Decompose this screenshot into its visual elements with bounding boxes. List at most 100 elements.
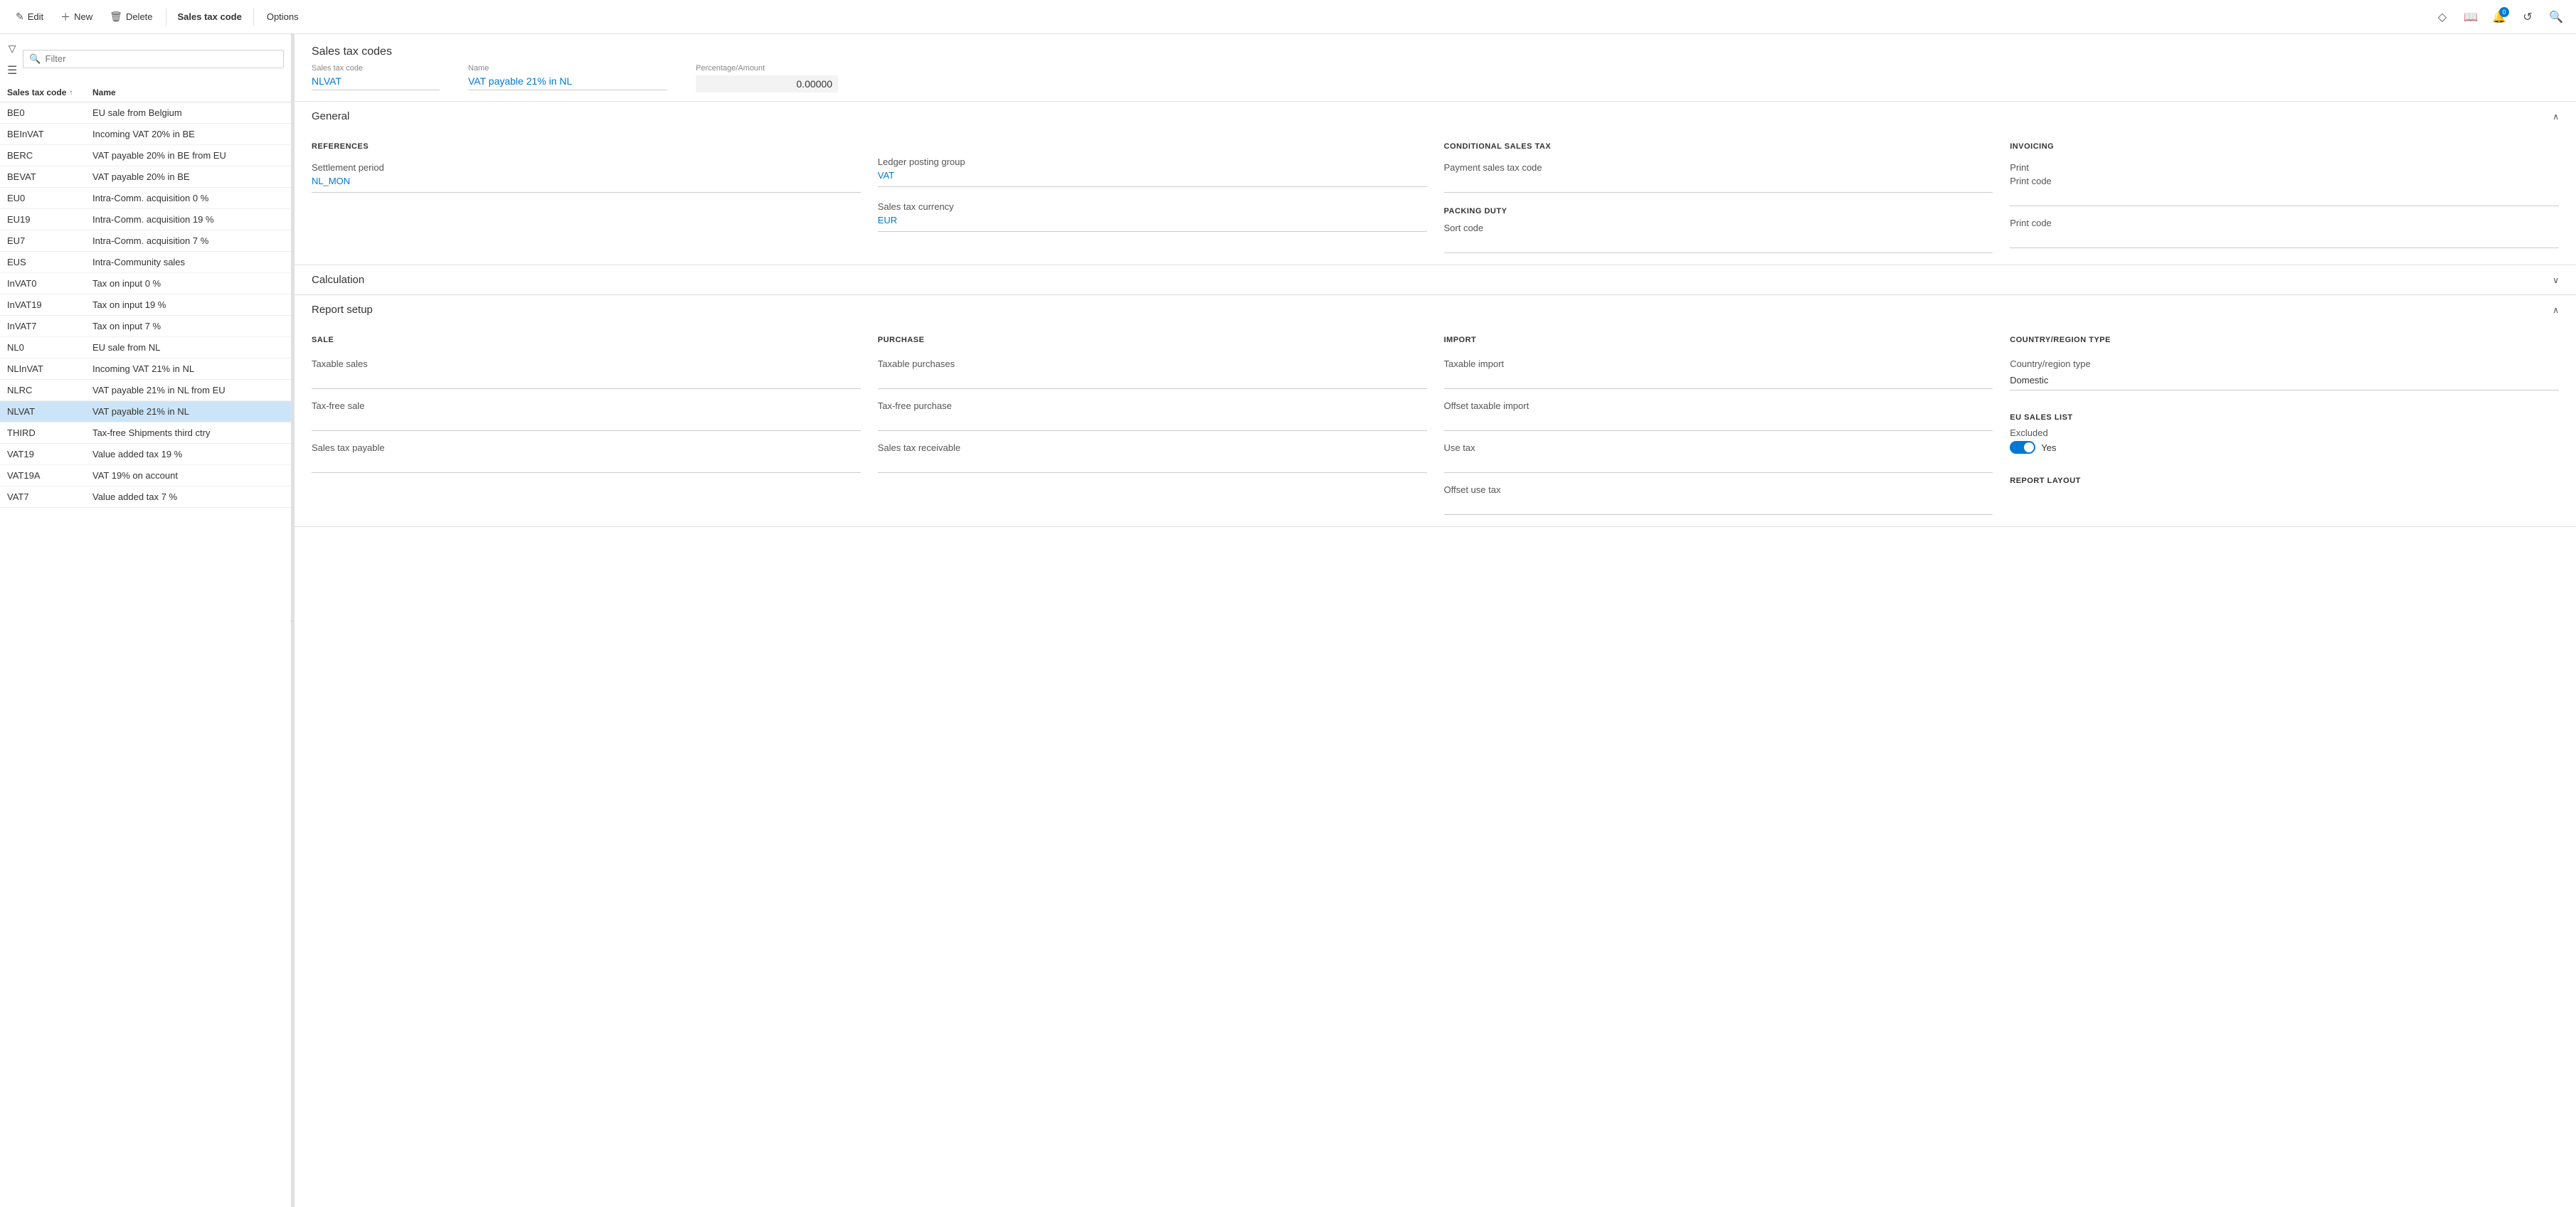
tax-free-purchase-label: Tax-free purchase bbox=[878, 400, 1427, 411]
excluded-toggle[interactable] bbox=[2010, 441, 2035, 454]
list-item-name: Incoming VAT 21% in NL bbox=[92, 363, 284, 374]
use-tax-field: Use tax bbox=[1444, 442, 1993, 473]
tax-free-sale-label: Tax-free sale bbox=[312, 400, 861, 411]
calculation-chevron-icon: ∨ bbox=[2553, 275, 2559, 285]
packing-duty-label: PACKING DUTY bbox=[1444, 207, 1993, 216]
filter-icon[interactable]: ▽ bbox=[9, 43, 16, 55]
sales-tax-receivable-value[interactable] bbox=[878, 457, 1427, 473]
list-item-code: NLRC bbox=[7, 385, 92, 395]
eu-sales-list-section: EU SALES LIST Excluded Yes bbox=[2010, 413, 2559, 454]
payment-sales-tax-code-value[interactable] bbox=[1444, 176, 1993, 193]
notification-icon[interactable]: 🔔 0 bbox=[2488, 6, 2511, 28]
country-region-type-value[interactable]: Domestic bbox=[2010, 373, 2559, 390]
new-button[interactable]: ＋ New bbox=[53, 6, 100, 28]
print-code-value-2[interactable] bbox=[2010, 231, 2559, 248]
refresh-icon[interactable]: ↺ bbox=[2516, 6, 2539, 28]
list-item[interactable]: InVAT7Tax on input 7 % bbox=[0, 316, 291, 337]
toggle-container: Yes bbox=[2010, 441, 2559, 454]
record-field-amount-value[interactable]: 0.00000 bbox=[696, 75, 838, 92]
list-item[interactable]: NL0EU sale from NL bbox=[0, 337, 291, 358]
list-item[interactable]: NLVATVAT payable 21% in NL bbox=[0, 401, 291, 422]
edit-icon: ✎ bbox=[16, 11, 24, 23]
edit-button[interactable]: ✎ Edit bbox=[9, 6, 51, 27]
diamond-icon[interactable]: ◇ bbox=[2431, 6, 2454, 28]
nav-menu-icon[interactable]: ☰ bbox=[7, 63, 17, 78]
record-field-name-value[interactable]: VAT payable 21% in NL bbox=[468, 75, 667, 90]
search-toolbar-icon[interactable]: 🔍 bbox=[2545, 6, 2567, 28]
excluded-label: Excluded bbox=[2010, 427, 2047, 438]
record-field-code-value[interactable]: NLVAT bbox=[312, 75, 440, 90]
ledger-posting-group-value[interactable]: VAT bbox=[878, 170, 1427, 187]
calculation-section: Calculation ∨ bbox=[295, 265, 2576, 295]
general-col-conditional: CONDITIONAL SALES TAX Payment sales tax … bbox=[1444, 142, 1993, 253]
excluded-value: Yes bbox=[2041, 442, 2056, 453]
toolbar-title: Sales tax code bbox=[172, 11, 248, 22]
sort-code-value[interactable] bbox=[1444, 236, 1993, 253]
delete-button[interactable]: 🗑 Delete bbox=[102, 6, 159, 27]
list-item[interactable]: VAT19AVAT 19% on account bbox=[0, 465, 291, 486]
sales-tax-currency-value[interactable]: EUR bbox=[878, 215, 1427, 232]
list-item-code: BEInVAT bbox=[7, 129, 92, 139]
options-label: Options bbox=[267, 11, 299, 22]
list-item-code: VAT19 bbox=[7, 449, 92, 459]
report-col-country: COUNTRY/REGION TYPE Country/region type … bbox=[2010, 336, 2559, 515]
list-item[interactable]: NLInVATIncoming VAT 21% in NL bbox=[0, 358, 291, 380]
print-label: Print bbox=[2010, 162, 2559, 173]
list-item[interactable]: InVAT0Tax on input 0 % bbox=[0, 273, 291, 294]
sort-asc-icon[interactable]: ↑ bbox=[69, 89, 73, 97]
list-item[interactable]: EUSIntra-Community sales bbox=[0, 252, 291, 273]
list-item-name: Tax on input 0 % bbox=[92, 278, 284, 289]
offset-use-tax-value[interactable] bbox=[1444, 499, 1993, 515]
right-panel: Sales tax codes Sales tax code NLVAT Nam… bbox=[295, 34, 2576, 1207]
record-field-name-label: Name bbox=[468, 64, 667, 73]
list-item-name: Intra-Comm. acquisition 19 % bbox=[92, 214, 284, 225]
sales-tax-payable-value[interactable] bbox=[312, 457, 861, 473]
taxable-import-value[interactable] bbox=[1444, 373, 1993, 389]
list-item-code: InVAT0 bbox=[7, 278, 92, 289]
options-button[interactable]: Options bbox=[260, 7, 306, 26]
list-item[interactable]: VAT19Value added tax 19 % bbox=[0, 444, 291, 465]
list-item[interactable]: VAT7Value added tax 7 % bbox=[0, 486, 291, 508]
print-code-label-1: Print code bbox=[2010, 176, 2559, 186]
list-item[interactable]: EU0Intra-Comm. acquisition 0 % bbox=[0, 188, 291, 209]
list-item-code: InVAT7 bbox=[7, 321, 92, 331]
list-item-name: VAT 19% on account bbox=[92, 470, 284, 481]
record-field-amount-label: Percentage/Amount bbox=[696, 64, 838, 73]
print-code-value-1[interactable] bbox=[2010, 189, 2559, 206]
settlement-period-value[interactable]: NL_MON bbox=[312, 176, 861, 193]
list-item[interactable]: BE0EU sale from Belgium bbox=[0, 102, 291, 124]
list-item[interactable]: BEInVATIncoming VAT 20% in BE bbox=[0, 124, 291, 145]
taxable-sales-value[interactable] bbox=[312, 373, 861, 389]
general-section: General ∧ REFERENCES Settlement period N… bbox=[295, 102, 2576, 265]
list-item[interactable]: BERCVAT payable 20% in BE from EU bbox=[0, 145, 291, 166]
list-item-code: VAT19A bbox=[7, 470, 92, 481]
offset-taxable-import-field: Offset taxable import bbox=[1444, 400, 1993, 431]
list-item[interactable]: InVAT19Tax on input 19 % bbox=[0, 294, 291, 316]
taxable-purchases-value[interactable] bbox=[878, 373, 1427, 389]
list-item[interactable]: EU7Intra-Comm. acquisition 7 % bbox=[0, 230, 291, 252]
toggle-thumb bbox=[2024, 442, 2034, 452]
settlement-period-label: Settlement period bbox=[312, 162, 861, 173]
list-item[interactable]: BEVATVAT payable 20% in BE bbox=[0, 166, 291, 188]
search-input[interactable] bbox=[46, 53, 277, 64]
calculation-section-header[interactable]: Calculation ∨ bbox=[295, 265, 2576, 294]
offset-taxable-import-value[interactable] bbox=[1444, 415, 1993, 431]
list-item[interactable]: NLRCVAT payable 21% in NL from EU bbox=[0, 380, 291, 401]
list-item-code: THIRD bbox=[7, 427, 92, 438]
use-tax-value[interactable] bbox=[1444, 457, 1993, 473]
search-box: 🔍 bbox=[23, 50, 284, 68]
general-section-header[interactable]: General ∧ bbox=[295, 102, 2576, 131]
list-item-name: Intra-Comm. acquisition 7 % bbox=[92, 235, 284, 246]
tax-free-sale-value[interactable] bbox=[312, 415, 861, 431]
tax-free-sale-field: Tax-free sale bbox=[312, 400, 861, 431]
sort-code-label: Sort code bbox=[1444, 223, 1993, 233]
list-item-name: Tax-free Shipments third ctry bbox=[92, 427, 284, 438]
list-item-name: Tax on input 7 % bbox=[92, 321, 284, 331]
book-icon[interactable]: 📖 bbox=[2459, 6, 2482, 28]
list-item[interactable]: THIRDTax-free Shipments third ctry bbox=[0, 422, 291, 444]
list-item[interactable]: EU19Intra-Comm. acquisition 19 % bbox=[0, 209, 291, 230]
purchase-header: PURCHASE bbox=[878, 336, 1427, 344]
tax-free-purchase-value[interactable] bbox=[878, 415, 1427, 431]
report-setup-section-header[interactable]: Report setup ∧ bbox=[295, 295, 2576, 324]
sales-tax-currency-label: Sales tax currency bbox=[878, 201, 1427, 212]
